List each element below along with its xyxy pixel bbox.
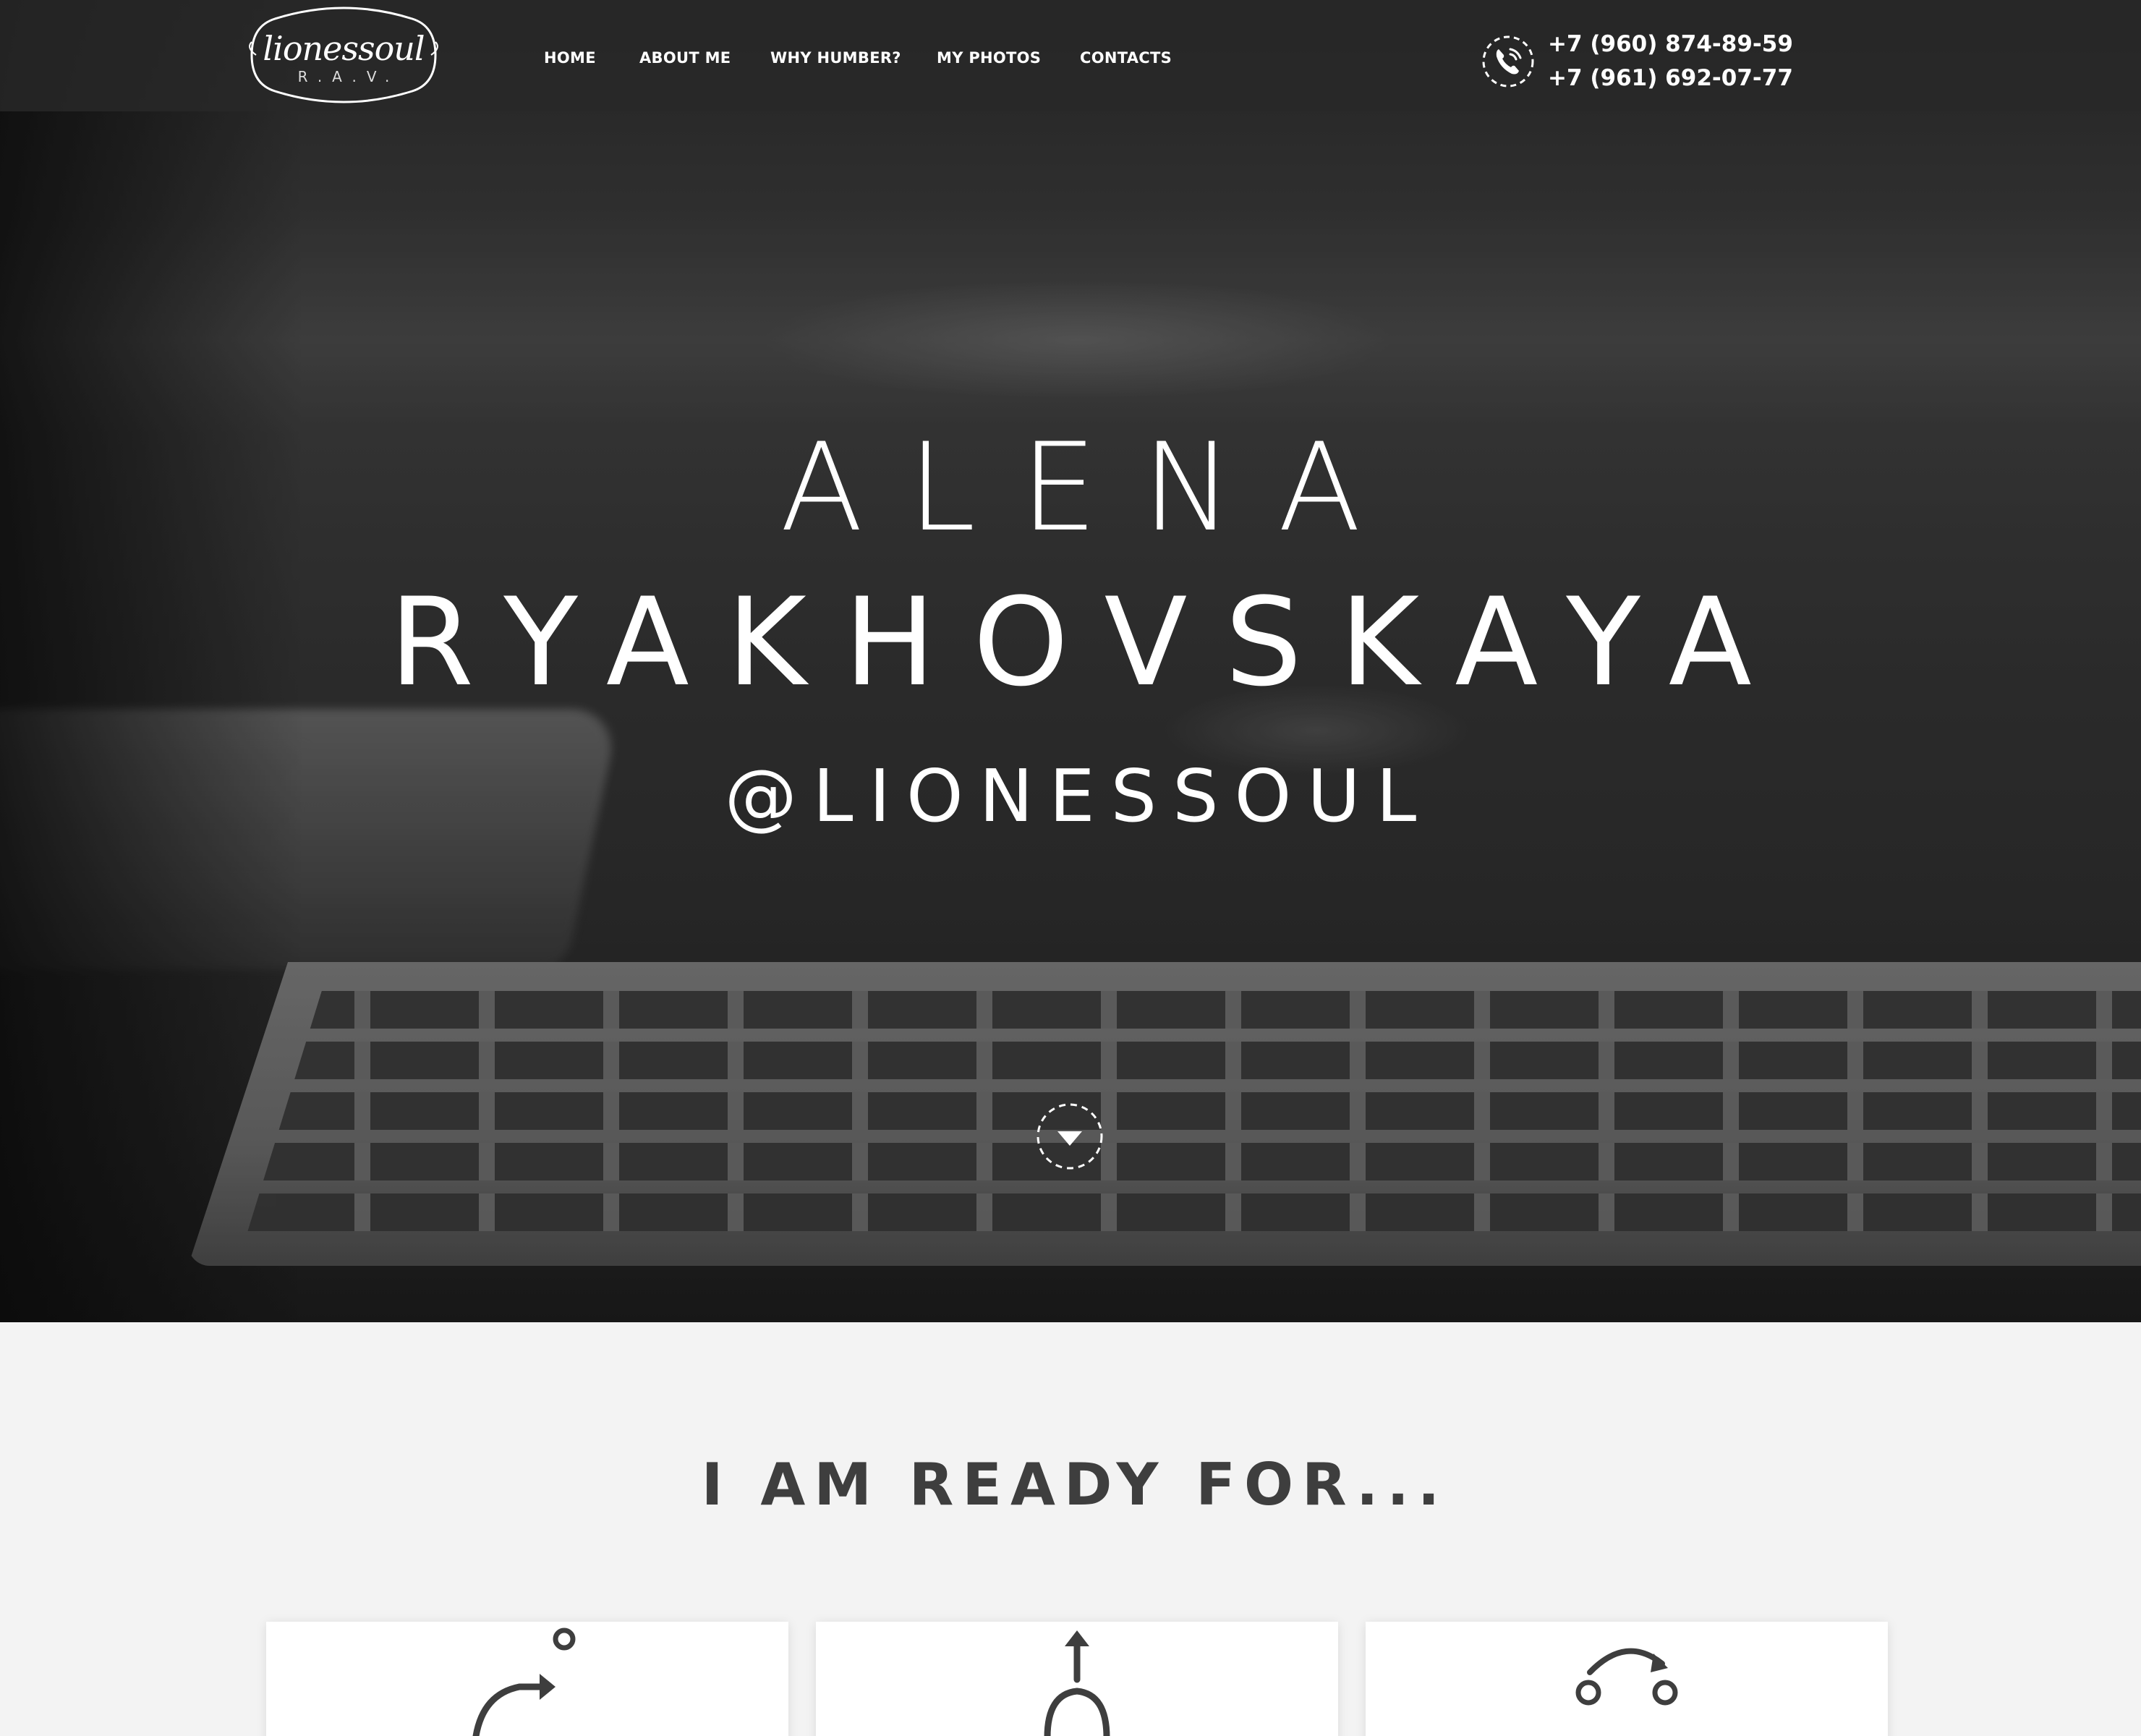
chevron-down-icon xyxy=(1037,1103,1103,1170)
nav-my-photos[interactable]: MY PHOTOS xyxy=(937,49,1041,67)
relocation-icon xyxy=(472,1628,576,1736)
ready-card-3[interactable] xyxy=(1366,1622,1888,1736)
phone-number-1[interactable]: +7 (960) 874-89-59 xyxy=(1548,27,1808,61)
phone-numbers: +7 (960) 874-89-59 +7 (961) 692-07-77 xyxy=(1548,27,1808,95)
ready-card-1[interactable] xyxy=(266,1622,788,1736)
nav-home[interactable]: HOME xyxy=(544,49,596,67)
growth-icon xyxy=(1044,1630,1110,1736)
phone-icon xyxy=(1481,35,1535,88)
site-logo[interactable]: lionessoul R.A.V. xyxy=(246,4,441,106)
nav-about-me[interactable]: ABOUT ME xyxy=(639,49,731,67)
teamwork-icon xyxy=(1575,1648,1678,1706)
logo-subtext: R.A.V. xyxy=(297,68,400,85)
logo-text: lionessoul xyxy=(263,29,425,68)
ready-card-2[interactable] xyxy=(816,1622,1338,1736)
nav-contacts[interactable]: CONTACTS xyxy=(1080,49,1172,67)
hero-first-name: ALENA xyxy=(780,417,1406,558)
nav-why-humber[interactable]: WHY HUMBER? xyxy=(770,49,901,67)
hero-last-name: RYAKHOVSKAYA xyxy=(389,571,1789,713)
hero-handle: @LIONESSOUL xyxy=(724,754,1433,838)
hero-section: ALENA RYAKHOVSKAYA @LIONESSOUL xyxy=(0,0,2141,1322)
ready-section-title: I AM READY FOR... xyxy=(701,1451,1449,1518)
site-header: lionessoul R.A.V. HOME ABOUT ME WHY HUMB… xyxy=(0,0,2141,111)
scroll-down-button[interactable] xyxy=(1036,1102,1104,1170)
phone-number-2[interactable]: +7 (961) 692-07-77 xyxy=(1548,61,1808,95)
